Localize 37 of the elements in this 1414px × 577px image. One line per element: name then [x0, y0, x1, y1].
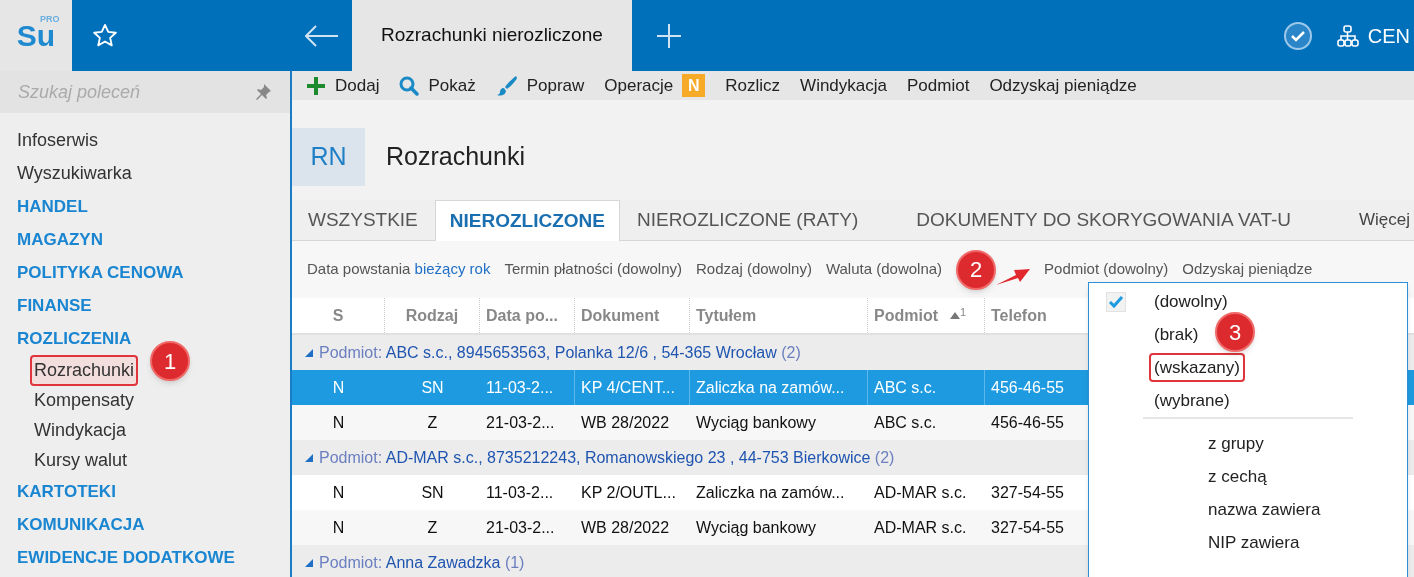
table-cell-text: SN	[421, 482, 444, 503]
table-cell-text: 21-03-2...	[486, 517, 555, 538]
table-cell-text: ABC s.c.	[874, 412, 937, 433]
table-cell-text: Zaliczka na zamów...	[696, 377, 845, 398]
table-cell-text: N	[332, 377, 345, 398]
table-cell-text: N	[332, 482, 345, 503]
group-label: Podmiot: Anna Zawadzka (1)	[319, 552, 525, 573]
table-cell-text: AD-MAR s.c.	[874, 517, 967, 538]
group-label: Podmiot: AD-MAR s.c., 8735212243, Romanowskiego 23 , 44-753 Bierkowice (2)	[319, 447, 895, 468]
table-cell-text: N	[332, 517, 345, 538]
table-cell-text: KP 4/CENT...	[581, 377, 675, 398]
table-cell-text: ABC s.c.	[874, 377, 937, 398]
table-cell-text: 327-54-55	[991, 482, 1064, 503]
table-cell-text: 456-46-55	[991, 377, 1064, 398]
table-cell-text: Z	[427, 412, 438, 433]
module-code: RN	[292, 128, 365, 186]
table-cell-text: Z	[427, 517, 438, 538]
annotation-badge: 2	[956, 249, 997, 290]
table-cell-text: WB 28/2022	[581, 412, 670, 433]
table-cell-text: Wyciąg bankowy	[696, 412, 816, 433]
group-label: Podmiot: ABC s.c., 8945653563, Polanka 12/6 , 54-365 Wrocław (2)	[319, 342, 801, 363]
table-cell-text: 456-46-55	[991, 412, 1064, 433]
page-title: Rozrachunki	[386, 141, 525, 173]
sort-order: 1	[960, 305, 967, 320]
logo: SuPRO	[0, 0, 72, 71]
table-cell-text: 327-54-55	[991, 517, 1064, 538]
table-cell-text: N	[332, 412, 345, 433]
table-cell-text: Wyciąg bankowy	[696, 517, 816, 538]
table-cell-text: SN	[421, 377, 444, 398]
table-cell-text: 11-03-2...	[486, 377, 554, 398]
table-cell-text: Zaliczka na zamów...	[696, 482, 845, 503]
table-cell-text: KP 2/OUTL...	[581, 482, 676, 503]
table-cell-text: WB 28/2022	[581, 517, 670, 538]
table-cell-text: AD-MAR s.c.	[874, 482, 967, 503]
table-cell-text: 21-03-2...	[486, 412, 555, 433]
shortcut-badge: N	[682, 74, 706, 97]
table-cell-text: 11-03-2...	[486, 482, 554, 503]
